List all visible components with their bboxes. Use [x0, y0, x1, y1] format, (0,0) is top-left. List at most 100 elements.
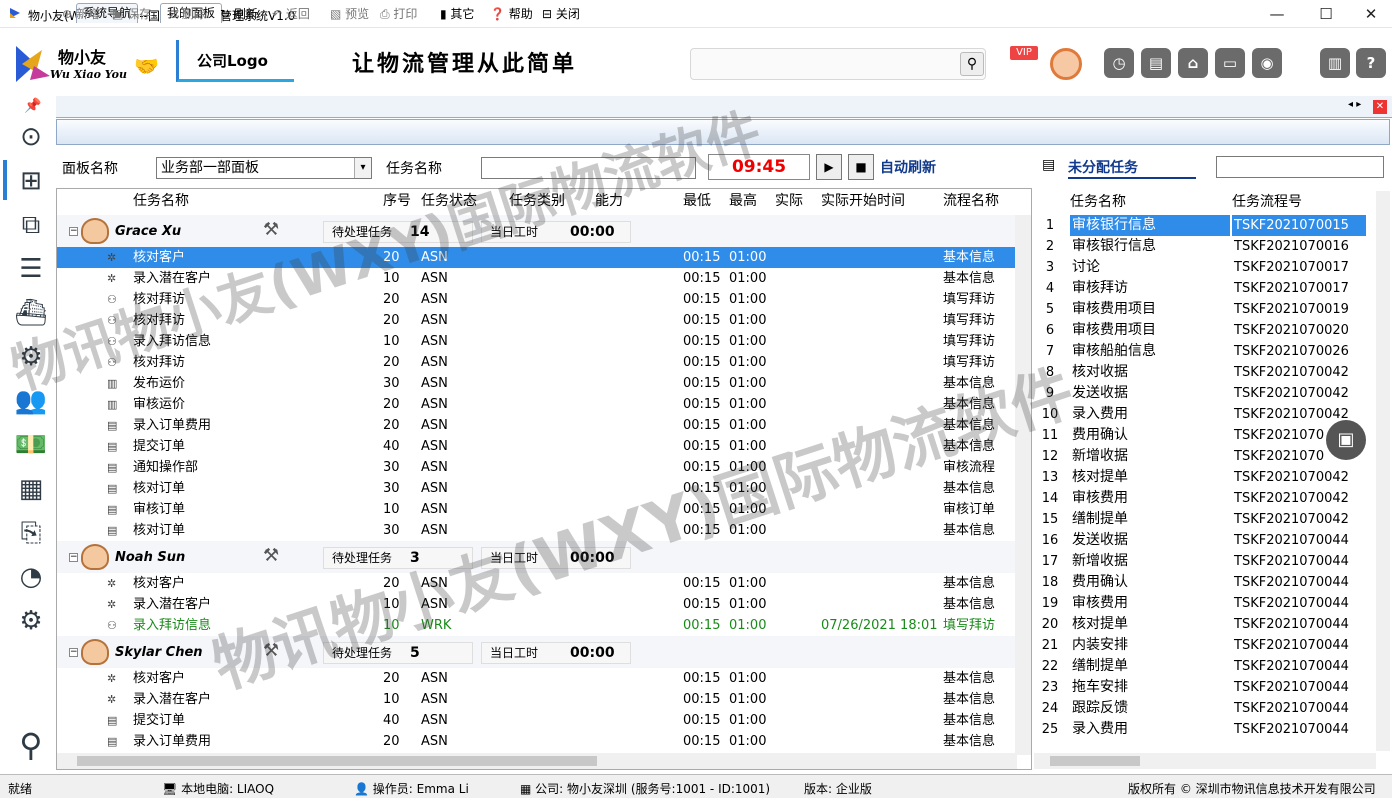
pin-icon[interactable]: 📌: [24, 98, 41, 114]
auto-refresh-label[interactable]: 自动刷新: [880, 157, 936, 177]
print-button[interactable]: ⎙ 打印: [380, 5, 417, 22]
help-button[interactable]: ❓ 帮助: [490, 5, 533, 22]
col-min[interactable]: 最低: [683, 189, 711, 213]
unassigned-horizontal-scrollbar[interactable]: [1034, 753, 1376, 769]
pie-chart-icon[interactable]: ◔: [12, 560, 50, 594]
home-icon[interactable]: ⌂: [1178, 48, 1208, 78]
other-button[interactable]: ▮ 其它: [440, 5, 474, 22]
close-tab-icon[interactable]: ✕: [1373, 100, 1387, 114]
table-row[interactable]: ▤ 核对订单 30 ASN 00:15 01:00 基本信息: [57, 520, 1017, 541]
file-export-icon[interactable]: ⎘: [12, 516, 50, 550]
panel-name-select[interactable]: 业务部一部面板: [156, 157, 372, 179]
col-max[interactable]: 最高: [729, 189, 757, 213]
monitor-icon[interactable]: ▭: [1215, 48, 1245, 78]
table-row[interactable]: ⚇ 核对拜访 20 ASN 00:15 01:00 填写拜访: [57, 289, 1017, 310]
money-icon[interactable]: 💵: [12, 428, 50, 462]
list-item[interactable]: 1 审核银行信息 TSKF2021070015: [1036, 215, 1376, 236]
calculator-icon[interactable]: ▦: [12, 472, 50, 506]
table-row[interactable]: ✲ 核对客户 20 ASN 00:15 01:00 基本信息: [57, 668, 1017, 689]
table-row[interactable]: ⚇ 核对拜访 20 ASN 00:15 01:00 填写拜访: [57, 352, 1017, 373]
list-item[interactable]: 17 新增收据 TSKF2021070044: [1036, 551, 1376, 572]
task-name-input[interactable]: [481, 157, 696, 179]
grid-vertical-scrollbar[interactable]: [1015, 215, 1031, 755]
table-row[interactable]: ✲ 录入潜在客户 10 ASN 00:15 01:00 基本信息: [57, 268, 1017, 289]
table-row[interactable]: ▤ 录入订单费用 20 ASN 00:15 01:00 基本信息: [57, 731, 1017, 752]
table-row[interactable]: ▤ 审核订单 10 ASN 00:15 01:00 审核订单: [57, 499, 1017, 520]
list-item[interactable]: 24 跟踪反馈 TSKF2021070044: [1036, 698, 1376, 719]
list-icon[interactable]: ☰: [12, 252, 50, 286]
system-settings-icon[interactable]: ⚙: [12, 604, 50, 638]
list-item[interactable]: 12 新增收据 TSKF2021070: [1036, 446, 1376, 467]
list-item[interactable]: 19 审核费用 TSKF2021070044: [1036, 593, 1376, 614]
unassigned-filter-input[interactable]: [1216, 156, 1384, 178]
location-icon[interactable]: ⊙: [12, 120, 50, 154]
org-chart-icon[interactable]: ⊞: [12, 164, 50, 198]
col-status[interactable]: 任务状态: [421, 189, 477, 213]
col-task-flow-no[interactable]: 任务流程号: [1232, 191, 1302, 211]
list-item[interactable]: 11 费用确认 TSKF2021070: [1036, 425, 1376, 446]
play-button[interactable]: ▶: [816, 154, 842, 180]
table-row[interactable]: ✲ 录入潜在客户 10 ASN 00:15 01:00 基本信息: [57, 594, 1017, 615]
team-icon[interactable]: 👥: [12, 384, 50, 418]
maximize-button[interactable]: ☐: [1303, 0, 1349, 28]
floating-action-button[interactable]: ▣: [1326, 420, 1366, 460]
group-header[interactable]: − Grace Xu ⚒ 待处理任务 14 当日工时 00:00: [57, 215, 1017, 247]
search-icon[interactable]: ⚲: [12, 728, 50, 762]
list-item[interactable]: 13 核对提单 TSKF2021070042: [1036, 467, 1376, 488]
group-header[interactable]: − Noah Sun ⚒ 待处理任务 3 当日工时 00:00: [57, 541, 1017, 573]
table-row[interactable]: ▤ 核对订单 30 ASN 00:15 01:00 基本信息: [57, 478, 1017, 499]
table-row[interactable]: ▤ 通知操作部 30 ASN 00:15 01:00 审核流程: [57, 457, 1017, 478]
table-row[interactable]: ▤ 提交订单 40 ASN 00:15 01:00 基本信息: [57, 436, 1017, 457]
list-item[interactable]: 16 发送收据 TSKF2021070044: [1036, 530, 1376, 551]
collapse-icon[interactable]: −: [69, 227, 78, 236]
list-item[interactable]: 18 费用确认 TSKF2021070044: [1036, 572, 1376, 593]
list-item[interactable]: 15 缮制提单 TSKF2021070042: [1036, 509, 1376, 530]
search-icon[interactable]: ⚲: [960, 52, 984, 76]
book-icon[interactable]: ▥: [1320, 48, 1350, 78]
collapse-icon[interactable]: −: [69, 553, 78, 562]
col-actual-start[interactable]: 实际开始时间: [821, 189, 905, 213]
add-button[interactable]: ⊕ 新增: [62, 5, 100, 22]
list-item[interactable]: 21 内装安排 TSKF2021070044: [1036, 635, 1376, 656]
col-flow-name[interactable]: 流程名称: [943, 189, 999, 213]
table-row[interactable]: ▤ 录入订单费用 20 ASN 00:15 01:00 基本信息: [57, 415, 1017, 436]
delete-button[interactable]: ⊘ 删除: [168, 5, 206, 22]
col-seq[interactable]: 序号: [383, 189, 411, 213]
col-actual[interactable]: 实际: [775, 189, 803, 213]
list-item[interactable]: 7 审核船舶信息 TSKF2021070026: [1036, 341, 1376, 362]
list-item[interactable]: 3 讨论 TSKF2021070017: [1036, 257, 1376, 278]
preview-button[interactable]: ▧ 预览: [330, 5, 369, 22]
table-row[interactable]: ✲ 核对客户 20 ASN 00:15 01:00 基本信息: [57, 247, 1017, 268]
col-ability[interactable]: 能力: [595, 189, 623, 213]
clock-icon[interactable]: ◷: [1104, 48, 1134, 78]
unassigned-vertical-scrollbar[interactable]: [1376, 191, 1390, 751]
list-item[interactable]: 6 审核费用项目 TSKF2021070020: [1036, 320, 1376, 341]
back-button[interactable]: ↶ 返回: [272, 5, 310, 22]
group-header[interactable]: − Skylar Chen ⚒ 待处理任务 5 当日工时 00:00: [57, 636, 1017, 668]
list-item[interactable]: 20 核对提单 TSKF2021070044: [1036, 614, 1376, 635]
minimize-button[interactable]: —: [1254, 0, 1300, 28]
header-search-input[interactable]: [690, 48, 986, 80]
table-row[interactable]: ⚇ 录入拜访信息 10 WRK 00:15 01:00 07/26/2021 18:01 填写…: [57, 615, 1017, 636]
list-item[interactable]: 22 缮制提单 TSKF2021070044: [1036, 656, 1376, 677]
col-task-name[interactable]: 任务名称: [133, 189, 189, 213]
list-item[interactable]: 2 审核银行信息 TSKF2021070016: [1036, 236, 1376, 257]
table-row[interactable]: ▥ 发布运价 30 ASN 00:15 01:00 基本信息: [57, 373, 1017, 394]
ship-icon[interactable]: ⛴: [12, 296, 50, 330]
list-item[interactable]: 9 发送收据 TSKF2021070042: [1036, 383, 1376, 404]
help-icon[interactable]: ?: [1356, 48, 1386, 78]
list-item[interactable]: 5 审核费用项目 TSKF2021070019: [1036, 299, 1376, 320]
broadcast-icon[interactable]: ◉: [1252, 48, 1282, 78]
save-button[interactable]: ▣ 保存: [112, 5, 151, 22]
table-row[interactable]: ✲ 核对客户 20 ASN 00:15 01:00 基本信息: [57, 573, 1017, 594]
tab-scroll-arrows[interactable]: ◂ ▸: [1348, 99, 1361, 110]
table-row[interactable]: ▤ 提交订单 40 ASN 00:15 01:00 基本信息: [57, 710, 1017, 731]
server-settings-icon[interactable]: ⚙: [12, 340, 50, 374]
grid-horizontal-scrollbar[interactable]: [57, 753, 1017, 769]
list-item[interactable]: 25 录入费用 TSKF2021070044: [1036, 719, 1376, 740]
workflow-icon[interactable]: ⧉: [12, 208, 50, 242]
list-item[interactable]: 8 核对收据 TSKF2021070042: [1036, 362, 1376, 383]
close-button[interactable]: ⊟ 关闭: [542, 5, 580, 22]
document-icon[interactable]: ▤: [1141, 48, 1171, 78]
table-row[interactable]: ⚇ 核对拜访 20 ASN 00:15 01:00 填写拜访: [57, 310, 1017, 331]
